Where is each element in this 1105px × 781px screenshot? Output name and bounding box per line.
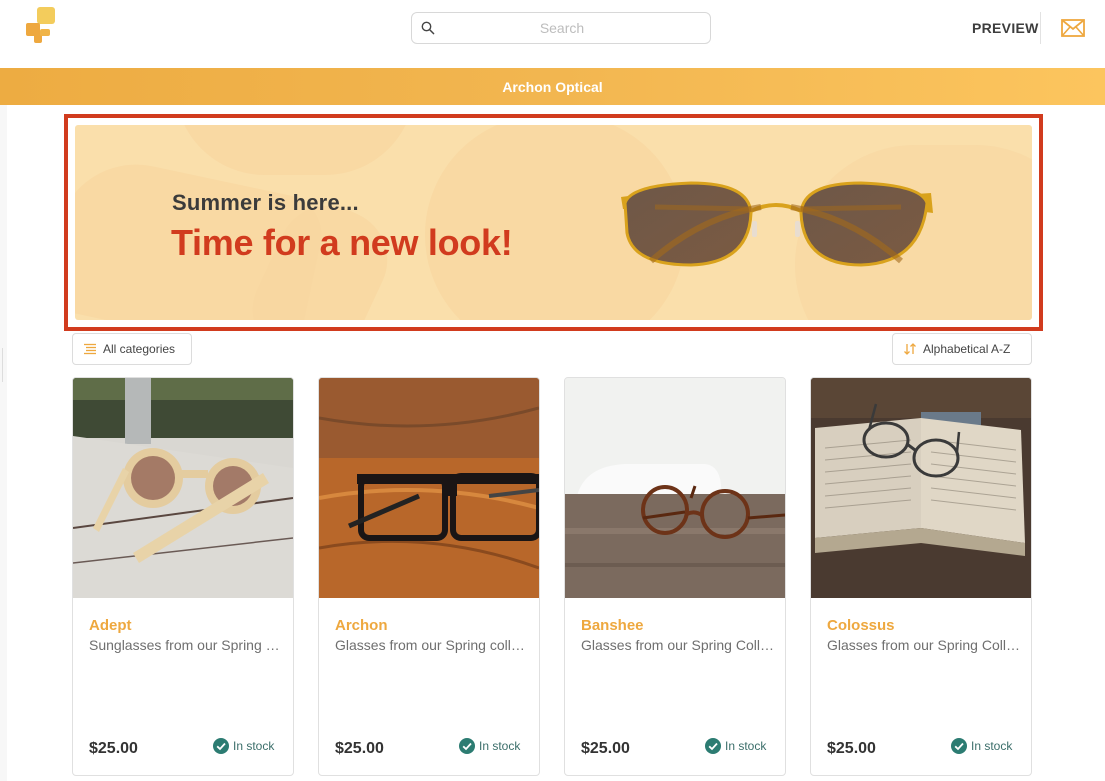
- sort-arrows-icon: [904, 343, 916, 355]
- product-description: Glasses from our Spring Collection: [581, 637, 777, 653]
- product-price: $25.00: [827, 740, 876, 757]
- top-bar: PREVIEW: [0, 0, 1105, 68]
- shop-title-bar: Archon Optical: [0, 68, 1105, 105]
- left-edge-strip: [0, 0, 7, 781]
- product-card[interactable]: Adept Sunglasses from our Spring collect…: [72, 377, 294, 776]
- product-name[interactable]: Banshee: [581, 617, 644, 634]
- check-circle-icon: [705, 738, 721, 754]
- check-circle-icon: [951, 738, 967, 754]
- product-price: $25.00: [89, 740, 138, 757]
- preview-button[interactable]: PREVIEW: [972, 20, 1039, 36]
- product-price: $25.00: [581, 740, 630, 757]
- stock-label: In stock: [725, 739, 767, 753]
- category-filter-label: All categories: [103, 342, 176, 356]
- banner-decoration: [175, 125, 415, 175]
- product-description: Sunglasses from our Spring collection: [89, 637, 285, 653]
- product-card[interactable]: Archon Glasses from our Spring collectio…: [318, 377, 540, 776]
- stock-status: In stock: [705, 738, 766, 754]
- sort-label: Alphabetical A-Z: [923, 342, 1011, 356]
- stock-status: In stock: [459, 738, 520, 754]
- sort-button[interactable]: Alphabetical A-Z: [892, 333, 1032, 365]
- search-icon: [421, 21, 435, 35]
- check-circle-icon: [213, 738, 229, 754]
- product-name[interactable]: Colossus: [827, 617, 895, 634]
- search-box[interactable]: [411, 12, 711, 44]
- category-filter-button[interactable]: All categories: [72, 333, 192, 365]
- product-image: [811, 378, 1031, 598]
- envelope-icon[interactable]: [1061, 19, 1085, 37]
- list-icon: [84, 343, 96, 355]
- product-price: $25.00: [335, 740, 384, 757]
- product-card[interactable]: Colossus Glasses from our Spring Collect…: [810, 377, 1032, 776]
- product-image: [319, 378, 539, 598]
- banner-subtitle: Summer is here...: [172, 190, 359, 215]
- product-description: Glasses from our Spring Collection: [827, 637, 1023, 653]
- search-input[interactable]: [442, 13, 682, 43]
- check-circle-icon: [459, 738, 475, 754]
- promo-banner[interactable]: Summer is here... Time for a new look!: [75, 125, 1032, 320]
- banner-highlight-frame: Summer is here... Time for a new look!: [64, 114, 1043, 331]
- product-description: Glasses from our Spring collection: [335, 637, 531, 653]
- stock-status: In stock: [213, 738, 274, 754]
- product-card[interactable]: Banshee Glasses from our Spring Collecti…: [564, 377, 786, 776]
- product-name[interactable]: Adept: [89, 617, 132, 634]
- header-divider: [1040, 12, 1041, 44]
- app-logo-icon[interactable]: [26, 7, 58, 43]
- product-name[interactable]: Archon: [335, 617, 388, 634]
- stock-label: In stock: [479, 739, 521, 753]
- banner-headline: Time for a new look!: [171, 222, 513, 263]
- stock-label: In stock: [233, 739, 275, 753]
- stock-status: In stock: [951, 738, 1012, 754]
- shop-title: Archon Optical: [502, 78, 603, 95]
- product-image: [565, 378, 785, 598]
- side-panel-handle[interactable]: [0, 348, 3, 382]
- sunglasses-illustration: [621, 181, 933, 267]
- product-image: [73, 378, 293, 598]
- stock-label: In stock: [971, 739, 1013, 753]
